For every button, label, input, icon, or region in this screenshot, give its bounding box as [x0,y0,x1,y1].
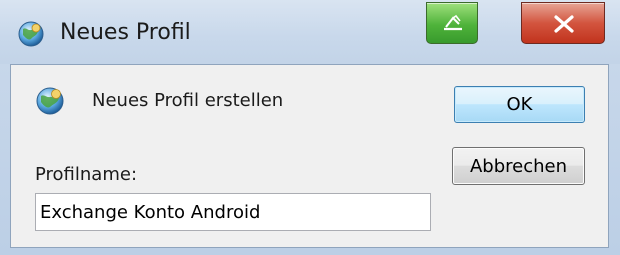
globe-profile-icon [18,21,44,47]
close-icon [554,15,574,33]
cancel-button[interactable]: Abbrechen [452,147,585,185]
close-button[interactable] [521,2,605,44]
profile-name-label: Profilname: [35,164,138,185]
dialog-body: Neues Profil erstellen Profilname: OK Ab… [10,64,609,248]
window-title: Neues Profil [60,20,191,45]
dialog-heading: Neues Profil erstellen [92,90,284,111]
globe-profile-icon [36,87,64,115]
profile-name-input[interactable] [35,193,431,231]
restore-button[interactable] [426,2,478,44]
restore-icon [444,14,462,31]
ok-button[interactable]: OK [454,86,585,123]
